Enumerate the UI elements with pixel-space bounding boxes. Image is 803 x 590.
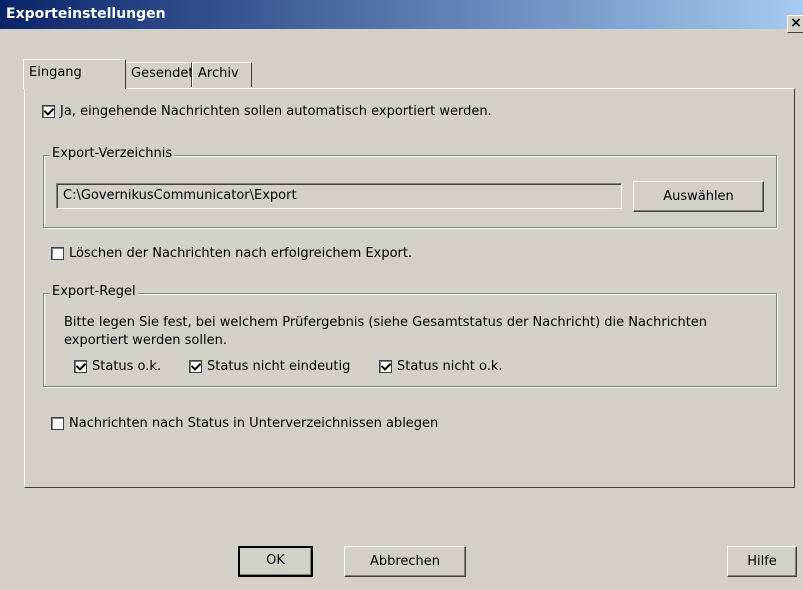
export-path-field[interactable]: C:\GovernikusCommunicator\Export: [56, 183, 622, 209]
close-button[interactable]: ×: [787, 15, 803, 33]
subdirs-check-icon[interactable]: [51, 417, 64, 430]
tab-eingang[interactable]: Eingang: [23, 59, 126, 89]
choose-dir-button[interactable]: Auswählen: [633, 181, 764, 212]
export-rule-legend: Export-Regel: [50, 284, 138, 299]
window-title: Exporteinstellungen: [6, 6, 166, 22]
status-ambiguous-check-icon[interactable]: [189, 360, 202, 373]
delete-after-check-icon[interactable]: [51, 247, 64, 260]
tab-gesendete[interactable]: Gesendete: [125, 62, 201, 87]
status-ok-checkbox[interactable]: Status o.k.: [74, 359, 161, 374]
status-ambiguous-checkbox[interactable]: Status nicht eindeutig: [189, 359, 350, 374]
auto-export-checkbox[interactable]: Ja, eingehende Nachrichten sollen automa…: [42, 104, 492, 119]
status-not-ok-label: Status nicht o.k.: [397, 359, 503, 374]
auto-export-label: Ja, eingehende Nachrichten sollen automa…: [60, 104, 492, 119]
delete-after-checkbox[interactable]: Löschen der Nachrichten nach erfolgreich…: [51, 246, 412, 261]
export-dir-legend: Export-Verzeichnis: [50, 146, 175, 161]
delete-after-label: Löschen der Nachrichten nach erfolgreich…: [69, 246, 413, 261]
auto-export-check-icon[interactable]: [42, 105, 55, 118]
tab-archiv[interactable]: Archiv: [192, 62, 252, 87]
status-ambiguous-label: Status nicht eindeutig: [207, 359, 351, 374]
cancel-button[interactable]: Abbrechen: [344, 546, 466, 577]
export-rule-description: Bitte legen Sie fest, bei welchem Prüfer…: [64, 315, 708, 348]
subdirs-checkbox[interactable]: Nachrichten nach Status in Unterverzeich…: [51, 416, 438, 431]
help-button[interactable]: Hilfe: [727, 546, 797, 577]
status-not-ok-checkbox[interactable]: Status nicht o.k.: [379, 359, 503, 374]
subdirs-label: Nachrichten nach Status in Unterverzeich…: [69, 416, 439, 431]
status-ok-label: Status o.k.: [92, 359, 162, 374]
status-not-ok-check-icon[interactable]: [379, 360, 392, 373]
status-ok-check-icon[interactable]: [74, 360, 87, 373]
ok-button[interactable]: OK: [238, 546, 313, 577]
